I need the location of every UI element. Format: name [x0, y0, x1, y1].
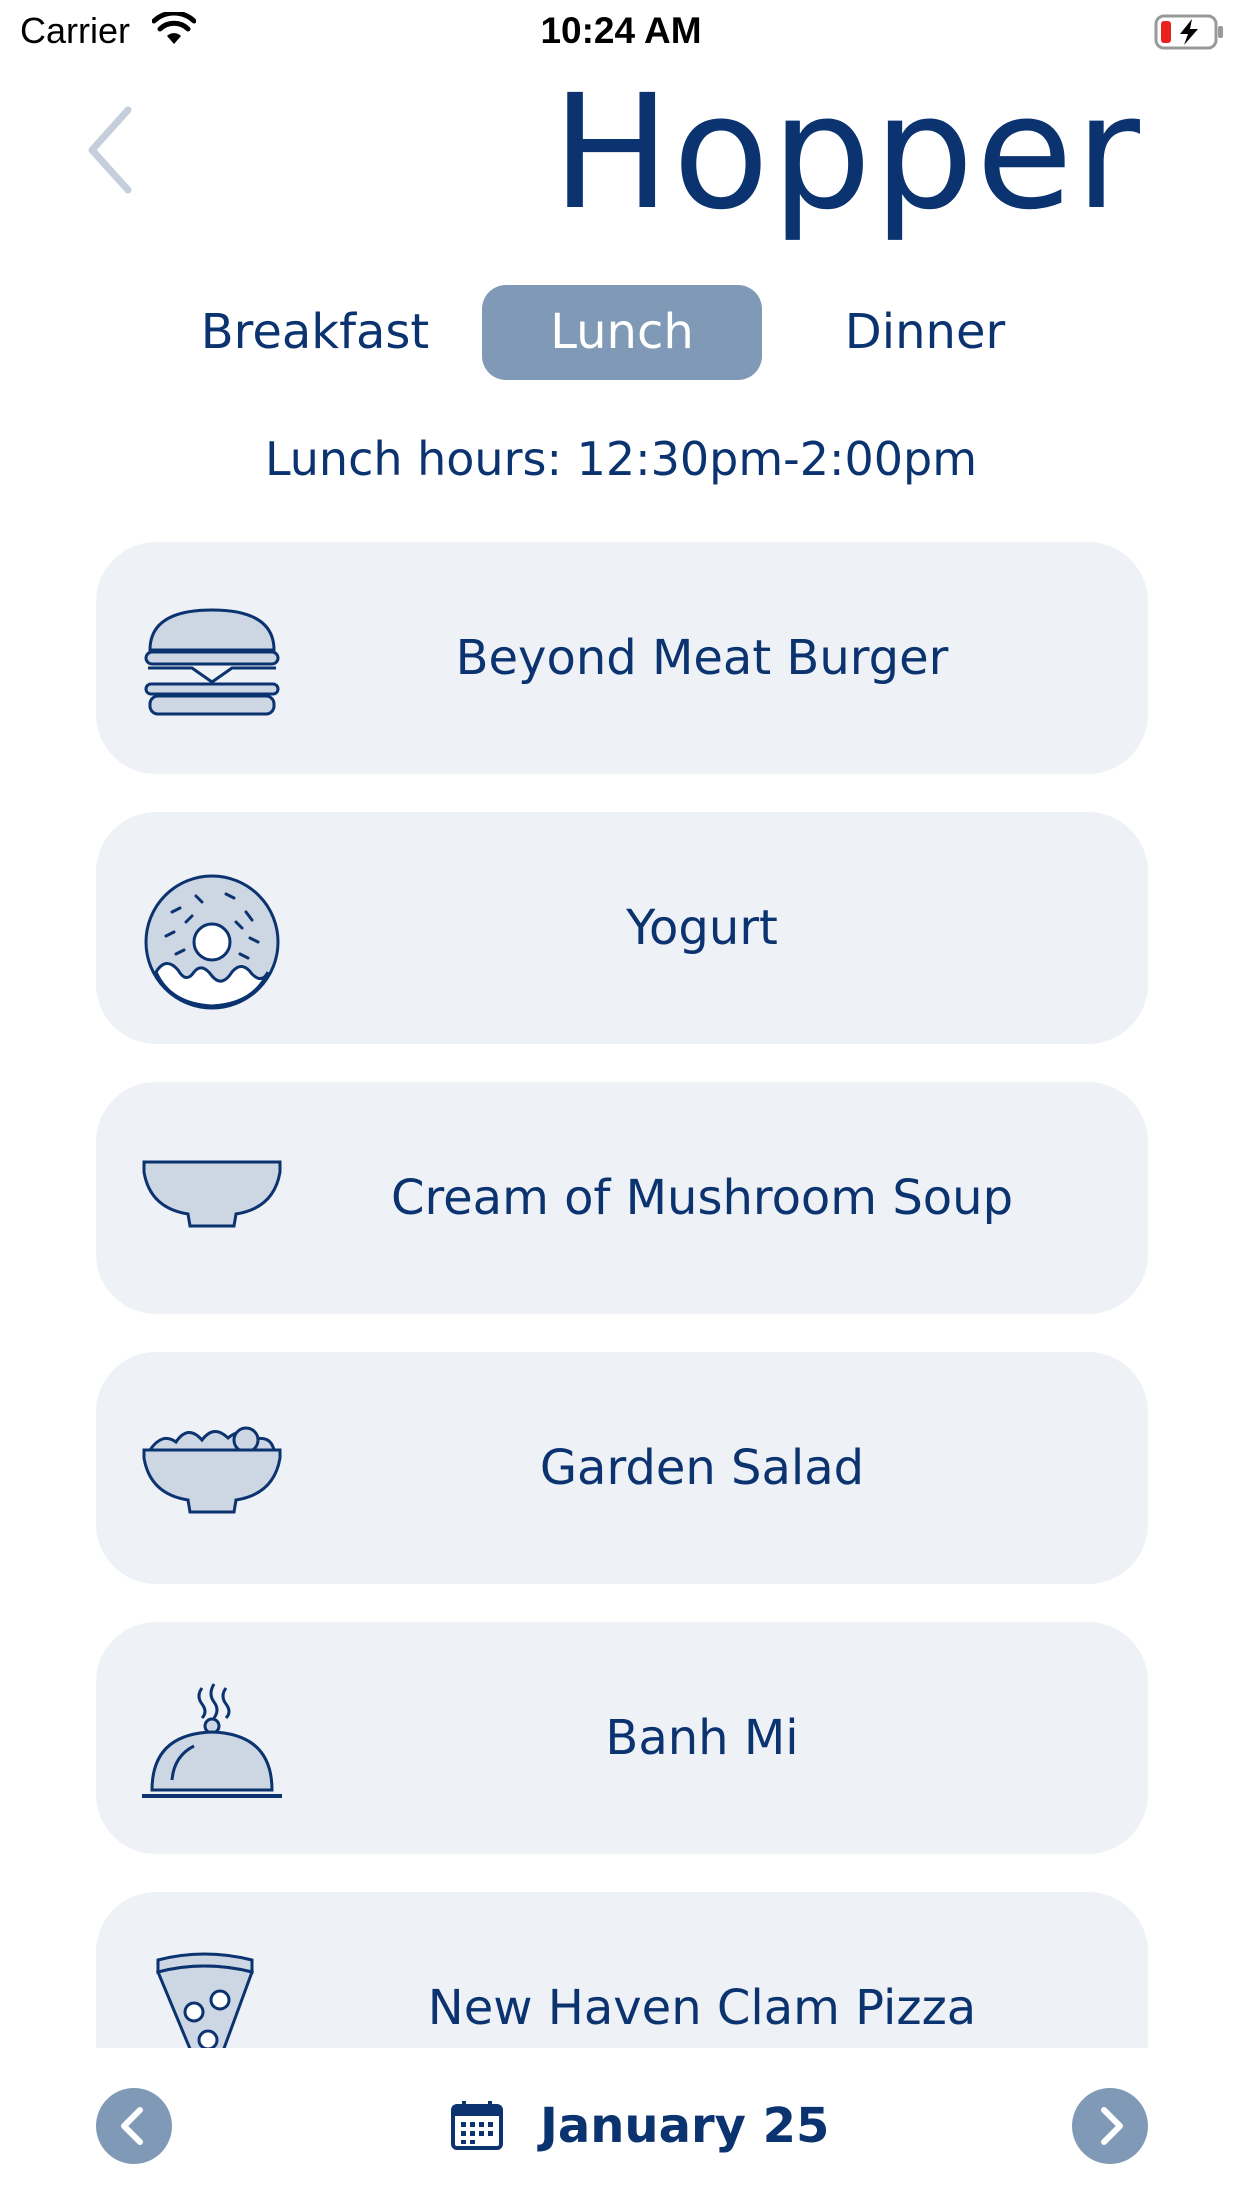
menu-item-label: Yogurt	[626, 900, 778, 956]
back-button[interactable]	[80, 100, 160, 200]
chevron-left-icon	[121, 2107, 143, 2145]
pizza-icon	[155, 1952, 254, 2048]
donut-icon	[144, 874, 280, 1010]
menu-list[interactable]: Beyond Meat Burger Yogurt Cream of Mushr…	[96, 542, 1148, 2048]
menu-item-card[interactable]: Beyond Meat Burger	[96, 542, 1148, 774]
bowl-icon	[142, 1160, 282, 1228]
calendar-icon	[451, 2101, 503, 2150]
next-day-button[interactable]	[1072, 2088, 1148, 2164]
date-nav-bar: January 25	[0, 2048, 1242, 2208]
tab-breakfast[interactable]: Breakfast	[190, 285, 440, 380]
battery-icon	[1154, 14, 1223, 50]
cloche-icon	[142, 1683, 282, 1798]
tab-dinner[interactable]: Dinner	[820, 285, 1030, 380]
meal-tabs: Breakfast Lunch Dinner	[0, 285, 1242, 380]
chevron-left-icon	[88, 106, 132, 194]
chevron-right-icon	[1101, 2107, 1123, 2145]
status-time: 10:24 AM	[540, 10, 702, 51]
menu-item-card[interactable]: Yogurt	[96, 812, 1148, 1044]
menu-item-card[interactable]: New Haven Clam Pizza	[96, 1892, 1148, 2048]
menu-item-card[interactable]: Garden Salad	[96, 1352, 1148, 1584]
burger-icon	[144, 608, 280, 716]
menu-item-label: Cream of Mushroom Soup	[390, 1170, 1014, 1226]
tab-lunch[interactable]: Lunch	[482, 285, 762, 380]
menu-item-label: Banh Mi	[605, 1710, 799, 1766]
current-date: January 25	[540, 2098, 830, 2154]
status-bar: Carrier 10:24 AM	[0, 0, 1242, 64]
menu-item-card[interactable]: Cream of Mushroom Soup	[96, 1082, 1148, 1314]
app-title: Hopper	[551, 61, 1142, 245]
menu-item-label: Beyond Meat Burger	[455, 630, 949, 686]
menu-item-label: New Haven Clam Pizza	[427, 1980, 977, 2036]
menu-item-card[interactable]: Banh Mi	[96, 1622, 1148, 1854]
previous-day-button[interactable]	[96, 2088, 172, 2164]
menu-item-label: Garden Salad	[539, 1440, 865, 1496]
meal-hours: Lunch hours: 12:30pm-2:00pm	[264, 432, 978, 486]
salad-icon	[142, 1426, 282, 1514]
